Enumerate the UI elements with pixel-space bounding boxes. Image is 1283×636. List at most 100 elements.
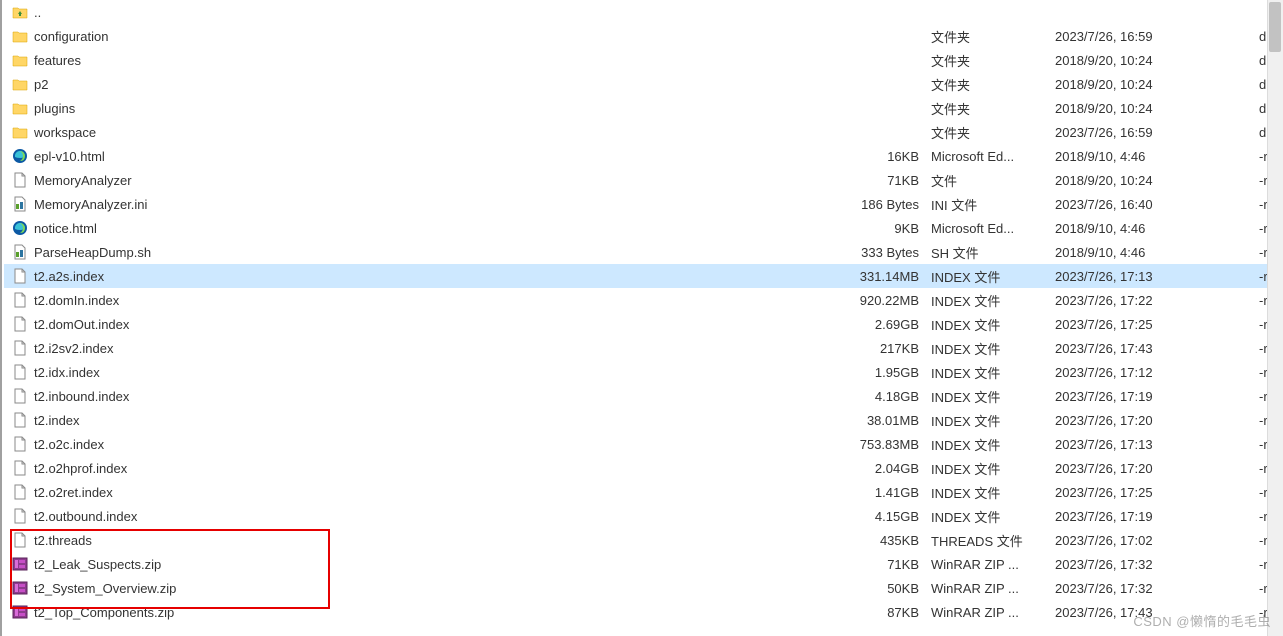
file-type: Microsoft Ed... — [927, 149, 1049, 164]
file-name: configuration — [34, 29, 108, 44]
file-row[interactable]: t2.domOut.index2.69GBINDEX 文件2023/7/26, … — [4, 312, 1283, 336]
file-row[interactable]: t2.i2sv2.index217KBINDEX 文件2023/7/26, 17… — [4, 336, 1283, 360]
file-size: 1.41GB — [832, 485, 927, 500]
file-size: 333 Bytes — [832, 245, 927, 260]
folder-icon — [12, 76, 28, 92]
file-date: 2018/9/20, 10:24 — [1049, 77, 1259, 92]
file-name: p2 — [34, 77, 48, 92]
file-row[interactable]: features文件夹2018/9/20, 10:24d — [4, 48, 1283, 72]
file-name: features — [34, 53, 81, 68]
file-name: epl-v10.html — [34, 149, 105, 164]
file-row[interactable]: MemoryAnalyzer71KB文件2018/9/20, 10:24-r — [4, 168, 1283, 192]
file-row[interactable]: epl-v10.html16KBMicrosoft Ed...2018/9/10… — [4, 144, 1283, 168]
folder-icon — [12, 28, 28, 44]
file-type: INDEX 文件 — [927, 483, 1049, 502]
file-size: 217KB — [832, 341, 927, 356]
scrollbar-thumb[interactable] — [1269, 2, 1281, 52]
file-row[interactable]: t2_Leak_Suspects.zip71KBWinRAR ZIP ...20… — [4, 552, 1283, 576]
file-name: t2.o2c.index — [34, 437, 104, 452]
file-type: THREADS 文件 — [927, 531, 1049, 550]
file-date: 2023/7/26, 17:20 — [1049, 413, 1259, 428]
file-row[interactable]: t2.threads 435KBTHREADS 文件2023/7/26, 17:0… — [4, 528, 1283, 552]
file-type: 文件夹 — [927, 75, 1049, 94]
file-size: 2.69GB — [832, 317, 927, 332]
file-name: t2_Top_Components.zip — [34, 605, 174, 620]
file-icon — [12, 364, 28, 380]
file-row[interactable]: t2.o2hprof.index2.04GBINDEX 文件2023/7/26,… — [4, 456, 1283, 480]
file-name: workspace — [34, 125, 96, 140]
file-row[interactable]: notice.html9KBMicrosoft Ed...2018/9/10, … — [4, 216, 1283, 240]
file-row[interactable]: t2_Top_Components.zip87KBWinRAR ZIP ...2… — [4, 600, 1283, 624]
file-name: t2.i2sv2.index — [34, 341, 114, 356]
file-date: 2023/7/26, 17:25 — [1049, 485, 1259, 500]
file-type: INDEX 文件 — [927, 291, 1049, 310]
folder-icon — [12, 100, 28, 116]
file-icon — [12, 460, 28, 476]
file-row[interactable]: t2.a2s.index331.14MBINDEX 文件2023/7/26, 1… — [4, 264, 1283, 288]
file-row[interactable]: t2.inbound.index4.18GBINDEX 文件2023/7/26,… — [4, 384, 1283, 408]
file-type: INDEX 文件 — [927, 507, 1049, 526]
file-size: 87KB — [832, 605, 927, 620]
file-date: 2018/9/20, 10:24 — [1049, 101, 1259, 116]
parent-dir-row[interactable]: .. — [4, 0, 1283, 24]
file-list[interactable]: .. configuration文件夹2023/7/26, 16:59d feat… — [0, 0, 1283, 636]
file-date: 2023/7/26, 16:59 — [1049, 125, 1259, 140]
file-icon — [12, 268, 28, 284]
file-date: 2023/7/26, 17:02 — [1049, 533, 1259, 548]
file-row[interactable]: t2.idx.index1.95GBINDEX 文件2023/7/26, 17:… — [4, 360, 1283, 384]
file-name: t2.index — [34, 413, 80, 428]
file-name: plugins — [34, 101, 75, 116]
ini-icon — [12, 244, 28, 260]
file-type: SH 文件 — [927, 243, 1049, 262]
file-row[interactable]: ParseHeapDump.sh333 BytesSH 文件2018/9/10,… — [4, 240, 1283, 264]
file-name: ParseHeapDump.sh — [34, 245, 151, 260]
file-name: t2.inbound.index — [34, 389, 129, 404]
file-type: 文件夹 — [927, 99, 1049, 118]
file-row[interactable]: plugins文件夹2018/9/20, 10:24d — [4, 96, 1283, 120]
file-size: 16KB — [832, 149, 927, 164]
file-date: 2023/7/26, 17:22 — [1049, 293, 1259, 308]
file-row[interactable]: MemoryAnalyzer.ini186 BytesINI 文件2023/7/… — [4, 192, 1283, 216]
file-icon — [12, 412, 28, 428]
zip-icon — [12, 556, 28, 572]
file-name: t2.threads — [34, 533, 92, 548]
file-date: 2018/9/20, 10:24 — [1049, 173, 1259, 188]
file-size: 1.95GB — [832, 365, 927, 380]
file-size: 2.04GB — [832, 461, 927, 476]
file-size: 71KB — [832, 557, 927, 572]
file-type: INDEX 文件 — [927, 459, 1049, 478]
file-row[interactable]: configuration文件夹2023/7/26, 16:59d — [4, 24, 1283, 48]
file-row[interactable]: workspace文件夹2023/7/26, 16:59d — [4, 120, 1283, 144]
ini-icon — [12, 196, 28, 212]
file-size: 186 Bytes — [832, 197, 927, 212]
file-row[interactable]: t2.domIn.index920.22MBINDEX 文件2023/7/26,… — [4, 288, 1283, 312]
file-name: t2_System_Overview.zip — [34, 581, 176, 596]
file-row[interactable]: p2文件夹2018/9/20, 10:24d — [4, 72, 1283, 96]
file-row[interactable]: t2.outbound.index4.15GBINDEX 文件2023/7/26… — [4, 504, 1283, 528]
file-type: WinRAR ZIP ... — [927, 605, 1049, 620]
file-type: WinRAR ZIP ... — [927, 557, 1049, 572]
file-size: 38.01MB — [832, 413, 927, 428]
file-date: 2023/7/26, 17:43 — [1049, 341, 1259, 356]
file-type: WinRAR ZIP ... — [927, 581, 1049, 596]
file-size: 435KB — [832, 533, 927, 548]
file-name: t2.domIn.index — [34, 293, 119, 308]
file-icon — [12, 508, 28, 524]
file-icon — [12, 172, 28, 188]
file-size: 753.83MB — [832, 437, 927, 452]
file-date: 2023/7/26, 17:19 — [1049, 389, 1259, 404]
file-type: INDEX 文件 — [927, 315, 1049, 334]
file-size: 331.14MB — [832, 269, 927, 284]
file-row[interactable]: t2.o2c.index753.83MBINDEX 文件2023/7/26, 1… — [4, 432, 1283, 456]
file-icon — [12, 292, 28, 308]
file-date: 2023/7/26, 17:19 — [1049, 509, 1259, 524]
file-row[interactable]: t2.o2ret.index1.41GBINDEX 文件2023/7/26, 1… — [4, 480, 1283, 504]
file-type: INDEX 文件 — [927, 387, 1049, 406]
vertical-scrollbar[interactable] — [1267, 0, 1283, 636]
file-row[interactable]: t2.index38.01MBINDEX 文件2023/7/26, 17:20-… — [4, 408, 1283, 432]
file-name: notice.html — [34, 221, 97, 236]
file-type: INDEX 文件 — [927, 435, 1049, 454]
file-type: 文件夹 — [927, 51, 1049, 70]
file-row[interactable]: t2_System_Overview.zip50KBWinRAR ZIP ...… — [4, 576, 1283, 600]
file-size: 9KB — [832, 221, 927, 236]
